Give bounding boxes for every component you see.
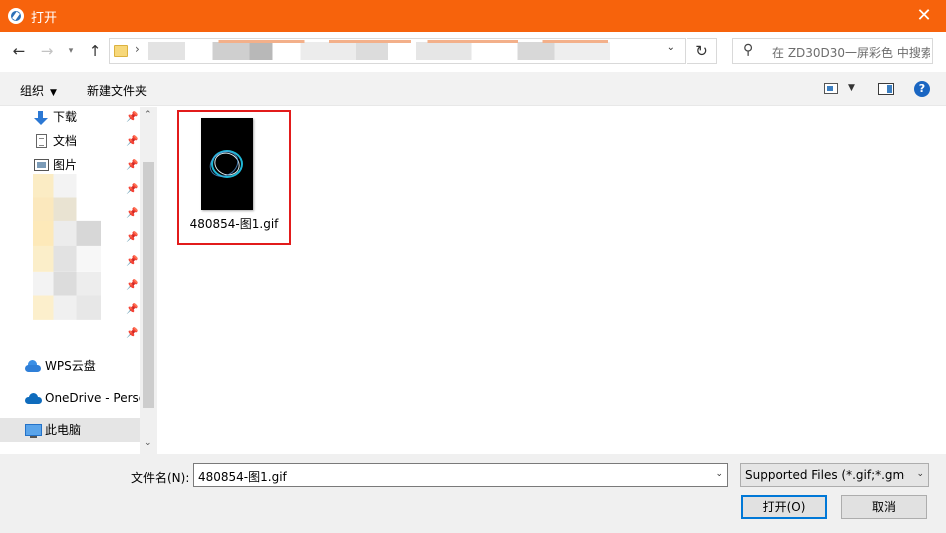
organize-label: 组织 — [20, 84, 45, 98]
pictures-icon — [34, 159, 49, 171]
cancel-button[interactable]: 取消 — [841, 495, 927, 519]
blurred-quick-access-items[interactable] — [33, 174, 101, 342]
app-icon — [8, 8, 24, 24]
file-type-chevron-icon: ⌄ — [916, 469, 924, 479]
refresh-icon[interactable]: ↻ — [687, 38, 717, 64]
file-type-value: Supported Files (*.gif;*.gmov — [745, 468, 905, 482]
gif-thumbnail — [201, 118, 253, 210]
sidebar-item-label: WPS云盘 — [45, 359, 96, 373]
file-item[interactable]: 480854-图1.gif — [177, 110, 291, 245]
title-bar: 打开 ✕ — [0, 0, 946, 32]
download-icon — [33, 111, 49, 125]
view-dropdown-caret-icon[interactable]: ▼ — [848, 83, 855, 93]
wps-cloud-icon — [25, 360, 41, 372]
search-input[interactable]: ⚲ 在 ZD30D30一屏彩色 中搜索 — [732, 38, 933, 64]
pin-icon[interactable]: 📌 — [126, 112, 138, 123]
help-icon[interactable]: ? — [914, 81, 930, 97]
file-type-select[interactable]: Supported Files (*.gif;*.gmov ⌄ — [740, 463, 929, 487]
pin-icon[interactable]: 📌 — [126, 328, 138, 339]
organize-button[interactable]: 组织 ▼ — [20, 82, 57, 99]
onedrive-icon — [25, 393, 42, 404]
folder-icon — [114, 45, 128, 57]
search-icon: ⚲ — [743, 42, 754, 58]
address-bar[interactable]: › ⌄ — [109, 38, 686, 64]
sidebar-item-label: 此电脑 — [45, 423, 82, 437]
scroll-up-icon[interactable]: ⌃ — [144, 110, 152, 120]
scroll-down-icon[interactable]: ⌄ — [144, 438, 152, 448]
breadcrumb-separator[interactable]: › — [135, 42, 140, 56]
navigation-bar: ← → ▾ ↑ › ⌄ ↻ ⚲ 在 ZD30D30一屏彩色 中搜索 — [0, 32, 946, 72]
this-pc-icon — [25, 424, 42, 438]
sidebar-item-label: 图片 — [53, 158, 78, 172]
recent-locations-chevron-icon[interactable]: ▾ — [64, 38, 78, 64]
filename-dropdown-chevron-icon[interactable]: ⌄ — [715, 469, 723, 479]
file-list: 480854-图1.gif — [158, 107, 946, 454]
sidebar-item-wps-cloud[interactable]: WPS云盘 — [25, 356, 140, 376]
sidebar-item-onedrive[interactable]: OneDrive - Personal — [25, 388, 140, 408]
navigation-pane: 下载 📌 文档 📌 图片 📌 📌 📌 📌 📌 📌 📌 📌 WPS云盘 OneDr… — [0, 107, 157, 454]
address-dropdown-chevron-icon[interactable]: ⌄ — [667, 42, 675, 53]
sidebar-item-label: 下载 — [53, 110, 78, 124]
pin-icon[interactable]: 📌 — [126, 136, 138, 147]
blurred-breadcrumb-path[interactable] — [148, 40, 610, 60]
open-button[interactable]: 打开(O) — [741, 495, 827, 519]
pin-icon[interactable]: 📌 — [126, 256, 138, 267]
up-arrow-icon[interactable]: ↑ — [84, 38, 106, 64]
forward-arrow-icon[interactable]: → — [36, 38, 58, 64]
filename-value: 480854-图1.gif — [198, 470, 287, 484]
sidebar-item-label: 文档 — [53, 134, 78, 148]
pin-icon[interactable]: 📌 — [126, 232, 138, 243]
scrollbar-thumb[interactable] — [143, 162, 154, 408]
view-mode-icon[interactable] — [824, 83, 838, 94]
dialog-footer: 文件名(N): 480854-图1.gif ⌄ Supported Files … — [0, 454, 946, 533]
navigation-pane-scrollbar[interactable]: ⌃ ⌄ — [140, 107, 157, 454]
pin-icon[interactable]: 📌 — [126, 160, 138, 171]
filename-input[interactable]: 480854-图1.gif ⌄ — [193, 463, 728, 487]
command-toolbar: 组织 ▼ 新建文件夹 ▼ ? — [0, 72, 946, 106]
pin-icon[interactable]: 📌 — [126, 184, 138, 195]
document-icon — [36, 134, 47, 148]
glowing-ring-shape — [205, 146, 243, 182]
window-title: 打开 — [31, 11, 58, 26]
close-icon[interactable]: ✕ — [902, 0, 946, 32]
filename-label: 文件名(N): — [131, 471, 190, 485]
sidebar-item-label: OneDrive - Personal — [45, 391, 140, 405]
back-arrow-icon[interactable]: ← — [8, 38, 30, 64]
new-folder-button[interactable]: 新建文件夹 — [87, 82, 147, 99]
file-name: 480854-图1.gif — [189, 217, 279, 231]
pin-icon[interactable]: 📌 — [126, 304, 138, 315]
pin-icon[interactable]: 📌 — [126, 280, 138, 291]
search-placeholder: 在 ZD30D30一屏彩色 中搜索 — [772, 46, 930, 60]
caret-down-icon: ▼ — [50, 88, 57, 98]
preview-pane-icon[interactable] — [878, 83, 894, 95]
pin-icon[interactable]: 📌 — [126, 208, 138, 219]
